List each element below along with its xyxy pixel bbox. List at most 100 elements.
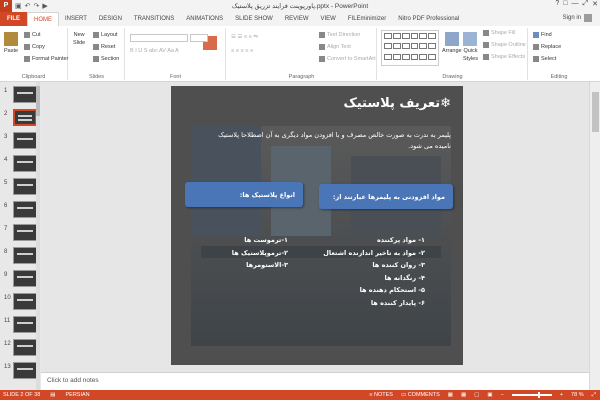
- convert-smartart-label: Convert to SmartArt: [327, 56, 376, 62]
- cut-label: Cut: [32, 32, 41, 38]
- quick-styles-button[interactable]: Quick Styles: [463, 32, 478, 62]
- replace-button[interactable]: Replace: [533, 44, 561, 50]
- notes-button[interactable]: ≡ NOTES: [369, 392, 393, 398]
- paste-button[interactable]: Paste: [4, 32, 18, 54]
- slide-thumbnail[interactable]: 11: [4, 316, 38, 337]
- spelling-icon[interactable]: ▤: [50, 392, 55, 398]
- restore-button[interactable]: ⤢: [583, 0, 589, 8]
- redo-icon[interactable]: ↷: [34, 2, 40, 10]
- align-text-icon: [319, 44, 325, 50]
- tab-review[interactable]: REVIEW: [279, 12, 315, 26]
- notes-pane[interactable]: Click to add notes: [41, 372, 589, 390]
- paragraph-format-buttons[interactable]: ☰ ☰ ≡ ≡ ⇋: [231, 34, 258, 40]
- font-format-buttons[interactable]: B I U S abc AV Aa A: [130, 48, 179, 54]
- slide-thumbnail[interactable]: 3: [4, 132, 38, 153]
- tab-view[interactable]: VIEW: [315, 12, 342, 26]
- comments-label: COMMENTS: [407, 392, 440, 398]
- close-button[interactable]: ✕: [592, 0, 598, 8]
- sign-in-link[interactable]: Sign in: [563, 14, 592, 22]
- copy-icon: [24, 44, 30, 50]
- start-presentation-icon[interactable]: ▶: [42, 2, 47, 10]
- slide-thumbnail[interactable]: 4: [4, 155, 38, 176]
- thumb-number: 2: [4, 111, 8, 117]
- layout-button[interactable]: Layout: [93, 32, 118, 38]
- shapes-gallery[interactable]: [381, 30, 439, 66]
- zoom-level[interactable]: 78 %: [571, 392, 584, 398]
- zoom-out-button[interactable]: −: [501, 392, 504, 398]
- drawing-group-label: Drawing: [442, 74, 463, 80]
- slide-thumbnail[interactable]: 7: [4, 224, 38, 245]
- thumb-number: 1: [4, 88, 8, 94]
- find-button[interactable]: Find: [533, 32, 552, 38]
- copy-button[interactable]: Copy: [24, 44, 45, 50]
- list-item: ۶- پایدار کننده ها: [370, 298, 425, 307]
- language-indicator[interactable]: PERSIAN: [66, 392, 90, 398]
- tab-home[interactable]: HOME: [27, 12, 59, 26]
- tab-slide-show[interactable]: SLIDE SHOW: [229, 12, 279, 26]
- tab-insert[interactable]: INSERT: [59, 12, 93, 26]
- paste-icon: [4, 32, 19, 46]
- arrange-button[interactable]: Arrange: [442, 32, 462, 54]
- cut-button[interactable]: Cut: [24, 32, 41, 38]
- pen-icon: [483, 42, 489, 48]
- shape-fill-button[interactable]: Shape Fill: [483, 30, 515, 36]
- slide-thumbnail[interactable]: 2: [4, 109, 38, 130]
- additives-list[interactable]: ۱- مواد پرکننده ۲- مواد به تاخیر اندازند…: [323, 234, 425, 309]
- zoom-slider[interactable]: [511, 392, 552, 398]
- tab-file[interactable]: FILE: [0, 12, 27, 26]
- paragraph-align-buttons[interactable]: ≡ ≡ ≡ ≡ ≡: [231, 48, 253, 54]
- format-painter-button[interactable]: Format Painter: [24, 56, 68, 62]
- slide-thumbnail[interactable]: 8: [4, 247, 38, 268]
- tab-fileminimizer[interactable]: FILEminimizer: [342, 12, 392, 26]
- slide[interactable]: ❄تعریف پلاستیک پلیمر به ندرت به صورت خال…: [171, 86, 463, 365]
- tab-design[interactable]: DESIGN: [93, 12, 128, 26]
- help-button[interactable]: ?: [555, 0, 559, 8]
- reset-button[interactable]: Reset: [93, 44, 115, 50]
- zoom-in-button[interactable]: +: [560, 392, 563, 398]
- align-text-button[interactable]: Align Text: [319, 44, 351, 50]
- save-icon[interactable]: ▣: [15, 2, 22, 10]
- canvas-scrollbar[interactable]: [589, 82, 600, 390]
- slide-thumbnail[interactable]: 5: [4, 178, 38, 199]
- additives-heading-box[interactable]: مواد افزودنی به پلیمرها عبارتند از:: [319, 184, 453, 209]
- fit-slide-icon[interactable]: ⤢: [592, 392, 596, 399]
- slide-thumbnail[interactable]: 13: [4, 362, 38, 383]
- normal-view-icon[interactable]: ▦: [448, 392, 453, 398]
- reading-view-icon[interactable]: ▢: [474, 392, 479, 398]
- slideshow-icon[interactable]: ▣: [487, 392, 492, 398]
- ribbon-display-button[interactable]: □: [563, 0, 567, 8]
- select-button[interactable]: Select: [533, 56, 556, 62]
- undo-icon[interactable]: ↶: [25, 2, 31, 10]
- font-name-input[interactable]: [130, 34, 188, 42]
- section-button[interactable]: Section: [93, 56, 119, 62]
- tab-animations[interactable]: ANIMATIONS: [180, 12, 229, 26]
- new-slide-button[interactable]: New Slide: [73, 32, 217, 50]
- text-direction-button[interactable]: Text Direction: [319, 32, 360, 38]
- slide-thumbnail[interactable]: 1: [4, 86, 38, 107]
- plastic-types-list[interactable]: ۱-ترموست ها ۲-ترموپلاستیک ها ۳-الاستومره…: [232, 234, 288, 272]
- clipboard-group-label: Clipboard: [21, 74, 46, 80]
- slide-sorter-icon[interactable]: ▦: [461, 392, 466, 398]
- plastic-types-heading-box[interactable]: انواع پلاستیک ها:: [185, 182, 303, 207]
- slide-thumbnail[interactable]: 9: [4, 270, 38, 291]
- slide-thumbnail[interactable]: 10: [4, 293, 38, 314]
- shape-outline-button[interactable]: Shape Outline: [483, 42, 526, 48]
- font-size-input[interactable]: [190, 34, 208, 42]
- thumbnails-scrollbar[interactable]: [36, 82, 40, 390]
- slide-thumbnail[interactable]: 6: [4, 201, 38, 222]
- thumb-number: 12: [4, 341, 11, 347]
- convert-smartart-button[interactable]: Convert to SmartArt: [319, 56, 376, 62]
- comments-button[interactable]: ▭ COMMENTS: [401, 392, 440, 398]
- slide-thumbnail[interactable]: 12: [4, 339, 38, 360]
- paragraph-group: ☰ ☰ ≡ ≡ ⇋ ≡ ≡ ≡ ≡ ≡ Text Direction Align…: [227, 28, 377, 80]
- shape-effects-button[interactable]: Shape Effects: [483, 54, 525, 60]
- list-item: ۴- رنگدانه ها: [384, 273, 425, 282]
- tab-nitro-pdf[interactable]: Nitro PDF Professional: [392, 12, 465, 26]
- tab-transitions[interactable]: TRANSITIONS: [128, 12, 180, 26]
- slide-paragraph[interactable]: پلیمر به ندرت به صورت خالص مصرف و با افز…: [201, 130, 451, 152]
- minimize-button[interactable]: —: [572, 0, 579, 8]
- thumb-number: 3: [4, 134, 8, 140]
- thumb-number: 8: [4, 249, 8, 255]
- slide-title[interactable]: ❄تعریف پلاستیک: [343, 96, 451, 111]
- thumb-image: [13, 201, 37, 218]
